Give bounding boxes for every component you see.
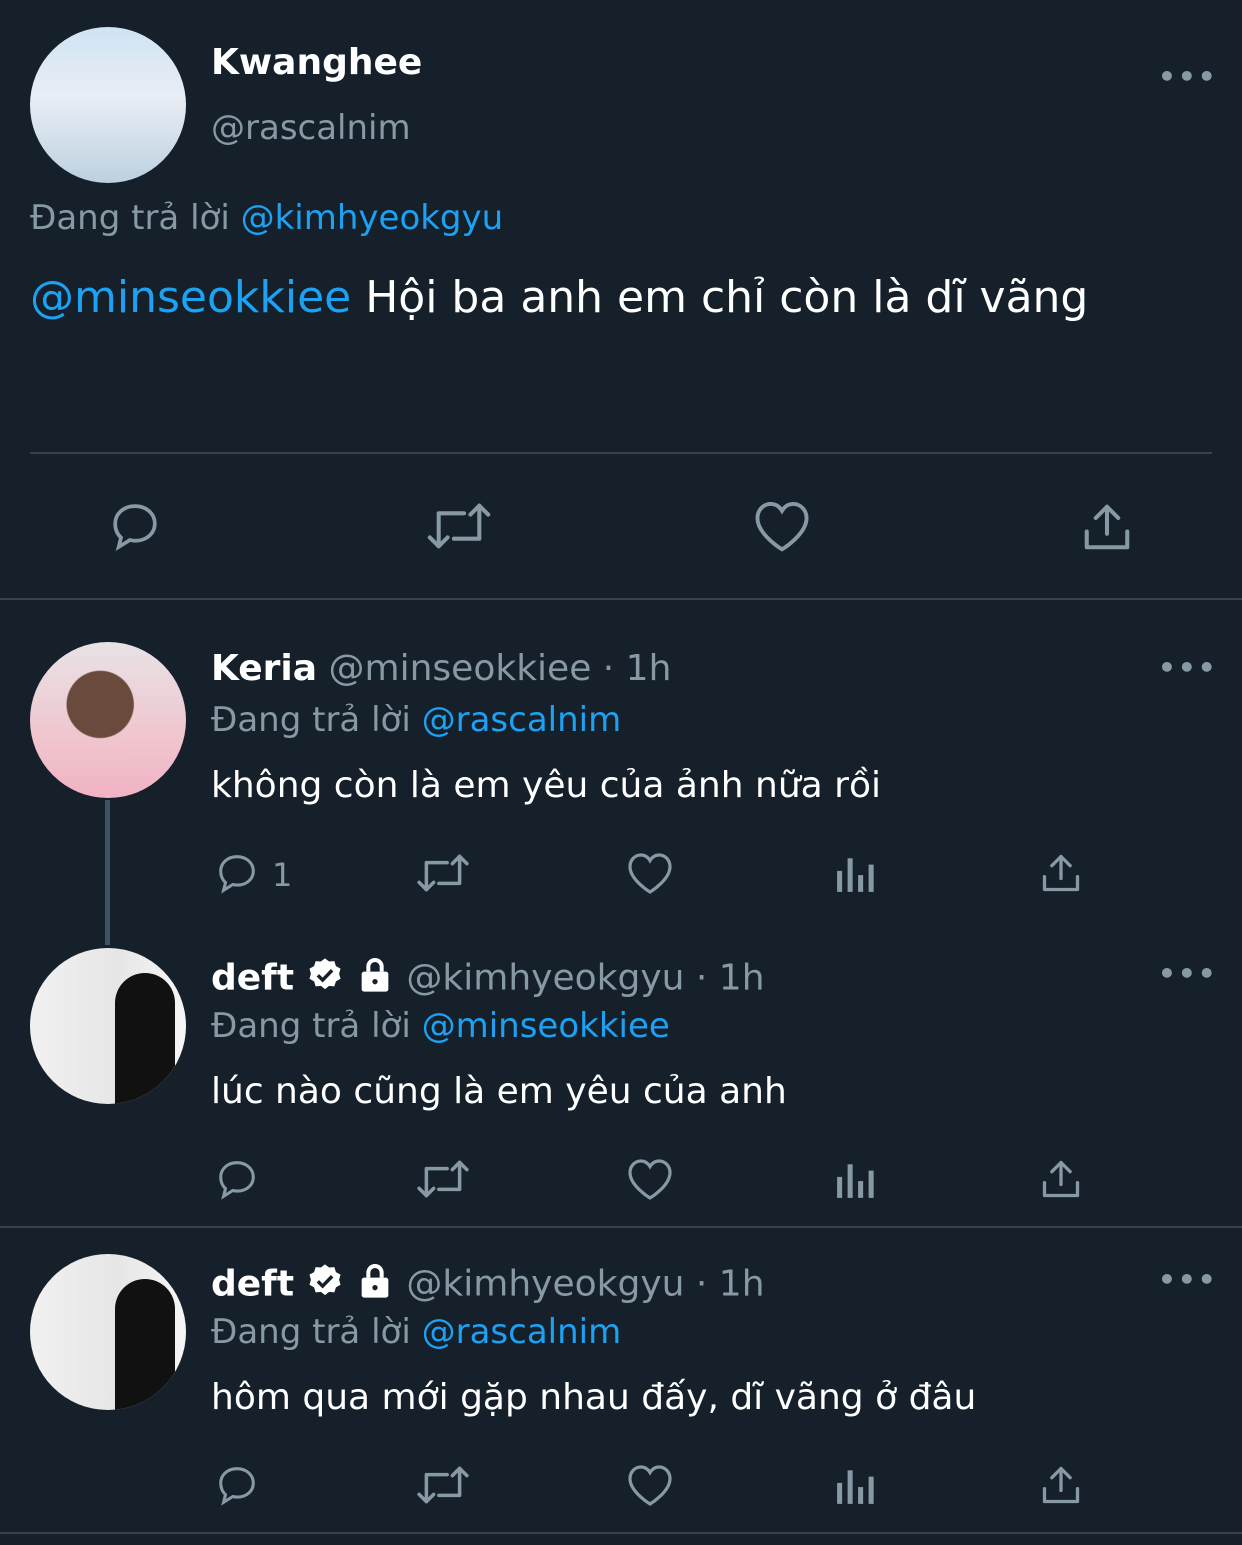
reply-icon[interactable] bbox=[106, 498, 164, 554]
thread-line bbox=[105, 800, 110, 945]
reply-to-link[interactable]: @rascalnim bbox=[422, 1312, 622, 1352]
reply-prefix: Đang trả lời bbox=[211, 1006, 411, 1046]
author-handle[interactable]: @kimhyeokgyu bbox=[406, 1264, 684, 1305]
like-icon[interactable] bbox=[626, 1463, 674, 1507]
main-tweet-text: @minseokkiee Hội ba anh em chỉ còn là dĩ… bbox=[30, 272, 1088, 323]
share-icon[interactable] bbox=[1039, 1463, 1083, 1507]
reply-to-link[interactable]: @minseokkiee bbox=[422, 1006, 670, 1046]
avatar-keria[interactable] bbox=[30, 642, 186, 798]
reply-count: 1 bbox=[272, 856, 293, 894]
reply-icon[interactable] bbox=[214, 850, 260, 896]
reply-header: deft @kimhyeokgyu · 1h bbox=[211, 1261, 765, 1310]
reply-prefix: Đang trả lời bbox=[211, 1312, 411, 1352]
tweet-body: Hội ba anh em chỉ còn là dĩ vãng bbox=[365, 272, 1089, 323]
section-divider bbox=[0, 1532, 1242, 1534]
avatar-deft[interactable] bbox=[30, 1254, 186, 1410]
more-icon[interactable]: ••• bbox=[1158, 1263, 1218, 1296]
reply-context: Đang trả lời @minseokkiee bbox=[211, 1006, 670, 1046]
reply-to-link[interactable]: @kimhyeokgyu bbox=[241, 198, 504, 238]
timestamp[interactable]: · 1h bbox=[696, 958, 765, 999]
like-icon[interactable] bbox=[752, 499, 812, 553]
reply-header: Keria @minseokkiee · 1h bbox=[211, 648, 671, 689]
share-icon[interactable] bbox=[1039, 1157, 1083, 1201]
reply-text: hôm qua mới gặp nhau đấy, dĩ vãng ở đâu bbox=[211, 1377, 977, 1418]
like-icon[interactable] bbox=[626, 851, 674, 895]
more-icon[interactable]: ••• bbox=[1158, 60, 1218, 93]
reply-icon[interactable] bbox=[214, 1156, 260, 1202]
share-icon[interactable] bbox=[1080, 500, 1134, 554]
reply-to-link[interactable]: @rascalnim bbox=[422, 700, 622, 740]
reply-text: lúc nào cũng là em yêu của anh bbox=[211, 1071, 787, 1112]
section-divider bbox=[0, 1226, 1242, 1228]
author-name[interactable]: deft bbox=[211, 1264, 294, 1305]
reply-text: không còn là em yêu của ảnh nữa rồi bbox=[211, 765, 881, 806]
lock-icon bbox=[355, 1261, 395, 1310]
avatar-kwanghee[interactable] bbox=[30, 27, 186, 183]
analytics-icon[interactable] bbox=[835, 1464, 877, 1506]
author-name[interactable]: Keria bbox=[211, 648, 317, 689]
more-icon[interactable]: ••• bbox=[1158, 651, 1218, 684]
analytics-icon[interactable] bbox=[835, 1158, 877, 1200]
main-author-name[interactable]: Kwanghee bbox=[211, 42, 422, 83]
author-handle[interactable]: @minseokkiee bbox=[329, 648, 592, 689]
author-handle[interactable]: @kimhyeokgyu bbox=[406, 958, 684, 999]
author-name[interactable]: deft bbox=[211, 958, 294, 999]
reply-icon[interactable] bbox=[214, 1462, 260, 1508]
main-reply-context: Đang trả lời @kimhyeokgyu bbox=[30, 198, 503, 238]
verified-icon bbox=[306, 956, 344, 1003]
reply-prefix: Đang trả lời bbox=[211, 700, 411, 740]
verified-icon bbox=[306, 1262, 344, 1309]
like-icon[interactable] bbox=[626, 1157, 674, 1201]
analytics-icon[interactable] bbox=[835, 852, 877, 894]
lock-icon bbox=[355, 955, 395, 1004]
reply-context: Đang trả lời @rascalnim bbox=[211, 700, 621, 740]
retweet-icon[interactable] bbox=[416, 852, 470, 894]
main-author-handle[interactable]: @rascalnim bbox=[211, 108, 411, 148]
timestamp[interactable]: · 1h bbox=[696, 1264, 765, 1305]
reply-context: Đang trả lời @rascalnim bbox=[211, 1312, 621, 1352]
section-divider bbox=[0, 598, 1242, 600]
reply-header: deft @kimhyeokgyu · 1h bbox=[211, 955, 765, 1004]
more-icon[interactable]: ••• bbox=[1158, 957, 1218, 990]
retweet-icon[interactable] bbox=[416, 1158, 470, 1200]
avatar-deft[interactable] bbox=[30, 948, 186, 1104]
mention-link[interactable]: @minseokkiee bbox=[30, 272, 351, 323]
retweet-icon[interactable] bbox=[416, 1464, 470, 1506]
reply-prefix: Đang trả lời bbox=[30, 198, 230, 238]
timestamp[interactable]: · 1h bbox=[603, 648, 672, 689]
retweet-icon[interactable] bbox=[426, 500, 492, 552]
main-divider bbox=[30, 452, 1212, 454]
share-icon[interactable] bbox=[1039, 851, 1083, 895]
